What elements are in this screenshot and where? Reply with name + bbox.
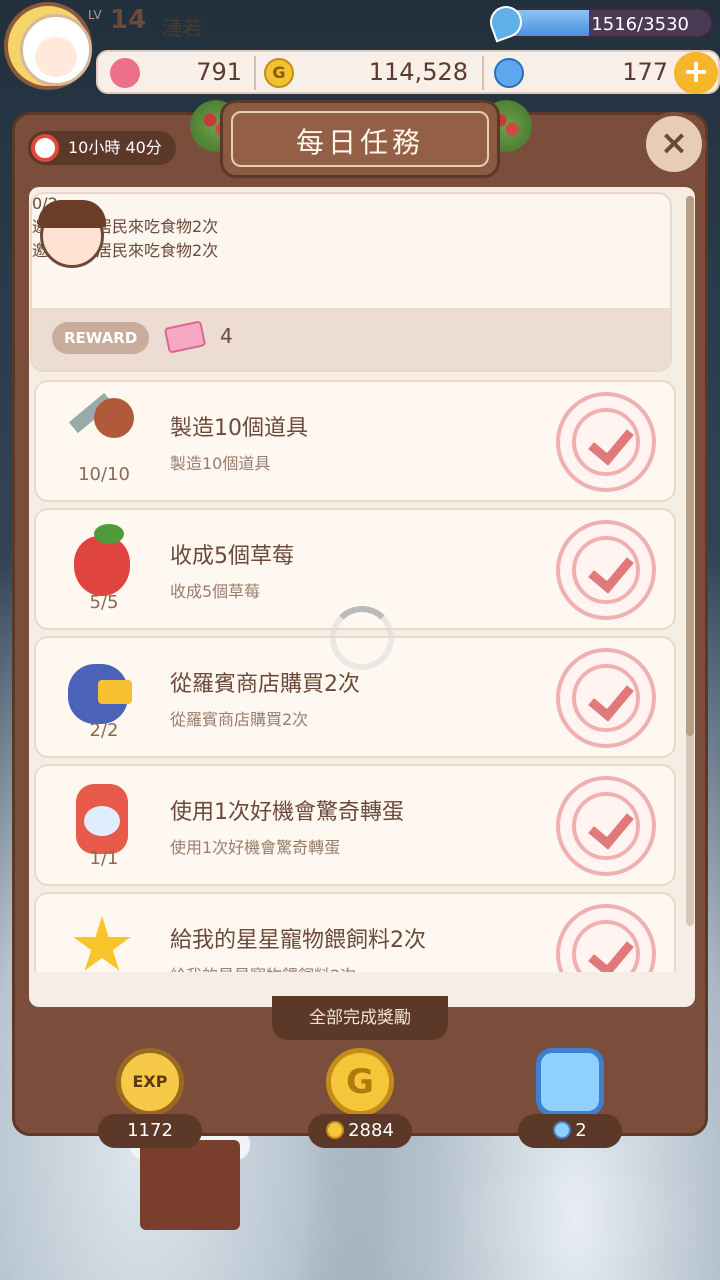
xp-text: 1516/3530 — [591, 14, 689, 35]
task-title: 邀請村子居民來吃食物2次 — [32, 217, 219, 236]
exp-icon: EXP — [116, 1048, 184, 1116]
gem-icon — [536, 1048, 604, 1116]
coins-value: 114,528 — [368, 58, 468, 86]
task-list[interactable]: 0/2 邀請村子居民來吃食物2次 邀請村子居民來吃食物2次 REWARD 4 1… — [30, 192, 676, 972]
coin-icon — [326, 1121, 345, 1139]
heart-icon — [110, 58, 140, 88]
avatar-face — [35, 37, 77, 77]
task-progress: 5/5 — [89, 592, 119, 613]
reward-count: 4 — [220, 324, 233, 348]
gem-reward: 2 — [500, 1044, 640, 1154]
completed-check-icon — [556, 648, 656, 748]
timer-badge: 10小時 40分 — [28, 131, 176, 165]
divider — [482, 56, 484, 90]
reward-strip: REWARD 4 — [32, 308, 670, 370]
player-avatar[interactable] — [4, 2, 92, 90]
task-progress: 0/2 — [32, 194, 58, 213]
shop-bag-icon — [58, 648, 148, 728]
coin-reward-row: 2884 — [308, 1114, 412, 1148]
completed-check-icon — [556, 776, 656, 876]
gems-value: 177 — [622, 58, 668, 86]
divider — [254, 56, 256, 90]
task-card[interactable]: 10/10 製造10個道具 製造10個道具 — [34, 380, 676, 502]
reward-label: REWARD — [52, 322, 150, 354]
coin-reward: G 2884 — [290, 1044, 430, 1154]
task-progress: 10/10 — [78, 464, 130, 485]
add-gems-button[interactable]: + — [674, 52, 718, 94]
title-plate: 每日任務 — [220, 100, 500, 178]
exp-reward: EXP 1172 — [80, 1044, 220, 1154]
completed-check-icon — [556, 392, 656, 492]
resource-bar: 791 G 114,528 177 + — [96, 50, 720, 94]
coin-icon: G — [326, 1048, 394, 1116]
task-card[interactable]: 給我的星星寵物餵飼料2次 給我的星星寵物餵飼料2次 — [34, 892, 676, 972]
task-card-active[interactable]: 0/2 邀請村子居民來吃食物2次 邀請村子居民來吃食物2次 REWARD 4 — [30, 192, 672, 372]
scrollbar-thumb[interactable] — [686, 196, 694, 736]
strawberry-icon — [58, 520, 148, 600]
task-title: 從羅賓商店購買2次 — [170, 672, 360, 697]
alarm-clock-icon — [31, 134, 59, 162]
loading-spinner-icon — [330, 606, 394, 670]
avatar-portrait — [20, 14, 92, 86]
task-description: 給我的星星寵物餵飼料2次 — [170, 962, 356, 972]
heart-ticket-icon — [163, 320, 207, 354]
task-description: 收成5個草莓 — [170, 582, 261, 601]
gem-icon — [494, 58, 524, 88]
level-number: 14 — [110, 5, 147, 35]
hearts-value: 791 — [196, 58, 242, 86]
task-description: 邀請村子居民來吃食物2次 — [32, 241, 219, 260]
player-name: 漣若 — [162, 16, 202, 40]
gem-reward-row: 2 — [518, 1114, 622, 1148]
gems-counter[interactable]: 177 — [488, 56, 678, 90]
level-label: LV — [88, 8, 102, 22]
hearts-counter[interactable]: 791 — [104, 56, 252, 90]
xp-bar: 1516/3530 — [495, 8, 713, 38]
star-pet-icon — [58, 904, 148, 972]
all-complete-label: 全部完成獎勵 — [272, 996, 448, 1040]
task-title: 給我的星星寵物餵飼料2次 — [170, 928, 426, 953]
completed-check-icon — [556, 904, 656, 972]
task-progress: 1/1 — [89, 848, 119, 869]
panel-title: 每日任務 — [295, 126, 424, 159]
task-title: 製造10個道具 — [170, 416, 308, 441]
exp-value: 1172 — [98, 1114, 202, 1148]
task-card[interactable]: 1/1 使用1次好機會驚奇轉蛋 使用1次好機會驚奇轉蛋 — [34, 764, 676, 886]
gem-reward-value: 2 — [575, 1120, 587, 1141]
task-description: 製造10個道具 — [170, 454, 271, 473]
timer-text: 10小時 40分 — [68, 138, 162, 157]
task-list-scrollbar[interactable] — [686, 196, 694, 926]
crafting-tools-icon — [58, 392, 148, 472]
gacha-machine-icon — [58, 776, 148, 856]
task-description: 使用1次好機會驚奇轉蛋 — [170, 838, 341, 857]
gem-icon — [553, 1121, 572, 1139]
completed-check-icon — [556, 520, 656, 620]
close-button[interactable]: × — [642, 112, 706, 176]
task-description: 從羅賓商店購買2次 — [170, 710, 309, 729]
coins-counter[interactable]: G 114,528 — [258, 56, 478, 90]
coin-reward-value: 2884 — [348, 1120, 394, 1141]
task-title: 使用1次好機會驚奇轉蛋 — [170, 800, 404, 825]
coin-icon: G — [264, 58, 294, 88]
task-progress: 2/2 — [89, 720, 119, 741]
task-title: 收成5個草莓 — [170, 544, 294, 569]
